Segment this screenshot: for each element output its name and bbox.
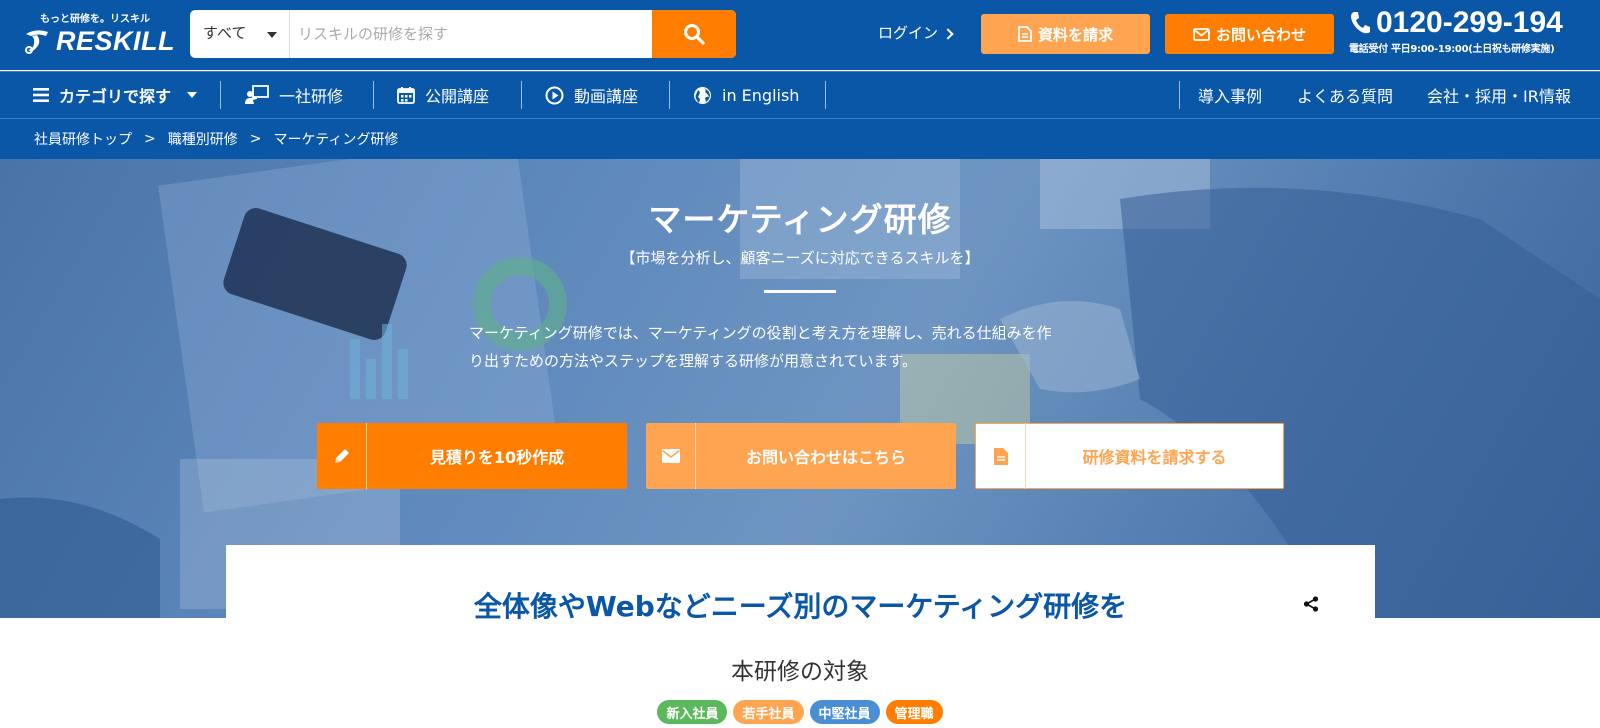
category-menu-button[interactable]: カテゴリで探す <box>33 72 198 118</box>
login-label: ログイン <box>878 24 939 42</box>
nav-item-inhouse-training[interactable]: 一社研修 <box>245 72 343 118</box>
search-scope-select[interactable]: すべて <box>190 10 290 58</box>
hero-divider <box>764 290 836 293</box>
nav-divider <box>669 81 670 109</box>
contact-cta-button[interactable]: お問い合わせはこちら <box>646 423 956 489</box>
quote-button[interactable]: 見積りを10秒作成 <box>317 423 627 489</box>
search-input[interactable] <box>290 10 642 58</box>
nav-item-case-studies[interactable]: 導入事例 <box>1198 72 1262 118</box>
reskill-logo-mark-icon <box>25 30 48 54</box>
nav-item-label: 動画講座 <box>574 87 639 106</box>
content-panel: 全体像やWebなどニーズ別のマーケティング研修を <box>226 545 1375 665</box>
hero-description-line: マーケティング研修では、マーケティングの役割と考え方を理解し、売れる仕組みを作 <box>469 324 1052 342</box>
nav-item-label: 一社研修 <box>279 87 344 106</box>
request-docs-label: 資料を請求 <box>1037 25 1113 44</box>
breadcrumb-separator: > <box>249 131 262 147</box>
nav-item-company-info[interactable]: 会社・採用・IR情報 <box>1427 72 1571 118</box>
target-audience-tags: 新入社員 若手社員 中堅社員 管理職 <box>0 700 1600 724</box>
breadcrumb-separator: > <box>144 131 156 147</box>
play-circle-icon <box>545 86 564 105</box>
caret-down-icon <box>187 92 198 98</box>
nav-item-faq[interactable]: よくある質問 <box>1297 72 1393 118</box>
nav-item-label: よくある質問 <box>1297 87 1394 106</box>
share-icon[interactable] <box>1303 596 1319 612</box>
nav-item-label: 公開講座 <box>425 87 490 106</box>
breadcrumb-item-home[interactable]: 社員研修トップ <box>34 129 132 149</box>
search-button[interactable] <box>652 10 736 58</box>
category-menu-label: カテゴリで探す <box>59 87 172 106</box>
nav-divider <box>521 81 522 109</box>
contact-cta-label: お問い合わせはこちら <box>745 448 906 467</box>
phone-icon <box>1349 11 1371 35</box>
tag-new-employees: 新入社員 <box>657 700 728 724</box>
envelope-icon <box>646 423 696 489</box>
main-nav: カテゴリで探す 一社研修 公開講座 動画講座 in English 導入事例 よ… <box>0 71 1600 118</box>
phone-hours: 電話受付 平日9:00-19:00(土日祝も研修実施) <box>1349 44 1555 55</box>
login-link[interactable]: ログイン <box>878 22 954 43</box>
search-icon <box>684 24 705 45</box>
contact-label: お問い合わせ <box>1215 25 1306 44</box>
nav-divider <box>825 81 826 109</box>
phone-contact[interactable]: 0120-299-194 電話受付 平日9:00-19:00(土日祝も研修実施) <box>1349 6 1589 55</box>
panel-title: 全体像やWebなどニーズ別のマーケティング研修を <box>473 590 1128 623</box>
nav-divider <box>1179 81 1180 109</box>
request-docs-cta-label: 研修資料を請求する <box>1082 448 1227 467</box>
request-docs-cta-button[interactable]: 研修資料を請求する <box>975 423 1284 489</box>
calendar-icon <box>397 86 415 104</box>
nav-item-in-english[interactable]: in English <box>693 72 799 118</box>
tag-young-employees: 若手社員 <box>733 700 804 724</box>
hero-description: マーケティング研修では、マーケティングの役割と考え方を理解し、売れる仕組みを作 … <box>469 319 1139 375</box>
nav-item-label: 会社・採用・IR情報 <box>1427 87 1571 106</box>
nav-item-label: 導入事例 <box>1198 87 1263 106</box>
request-docs-button[interactable]: 資料を請求 <box>981 14 1150 54</box>
nav-divider <box>373 81 374 109</box>
search-scope-value: すべて <box>203 24 247 42</box>
breadcrumb-item-job-type[interactable]: 職種別研修 <box>168 129 238 149</box>
top-header: もっと研修を。リスキル RESKILL すべて ログイン 資料を請求 <box>0 0 1600 70</box>
nav-divider <box>220 81 221 109</box>
hero-description-line: り出すための方法やステップを理解する研修が用意されています。 <box>469 352 918 370</box>
envelope-icon <box>1193 27 1210 41</box>
caret-down-icon <box>267 32 277 38</box>
hero-subtitle: 【市場を分析し、顧客ニーズに対応できるスキルを】 <box>620 249 980 267</box>
presenter-icon <box>245 85 269 105</box>
search-bar: すべて <box>190 10 736 58</box>
reskill-logo[interactable]: もっと研修を。リスキル RESKILL <box>22 8 175 60</box>
globe-icon <box>693 86 712 105</box>
chevron-right-icon <box>942 28 954 40</box>
hero-title: マーケティング研修 <box>648 200 952 239</box>
pencil-icon <box>317 423 367 489</box>
contact-button[interactable]: お問い合わせ <box>1165 14 1334 54</box>
tag-mid-level-employees: 中堅社員 <box>809 700 880 724</box>
hamburger-icon <box>33 88 49 102</box>
tag-managers: 管理職 <box>885 700 943 724</box>
phone-number: 0120-299-194 <box>1376 6 1563 39</box>
nav-item-video-courses[interactable]: 動画講座 <box>545 72 638 118</box>
target-audience-title: 本研修の対象 <box>731 659 869 685</box>
document-icon <box>976 423 1026 489</box>
logo-wordmark: RESKILL <box>56 26 176 56</box>
logo-tagline: もっと研修を。リスキル <box>40 14 150 25</box>
quote-button-label: 見積りを10秒作成 <box>429 448 565 467</box>
document-icon <box>1018 26 1032 42</box>
breadcrumb-item-current: マーケティング研修 <box>273 132 399 148</box>
nav-item-label: in English <box>722 85 800 105</box>
breadcrumb: 社員研修トップ > 職種別研修 > マーケティング研修 <box>0 118 1600 159</box>
nav-item-public-courses[interactable]: 公開講座 <box>397 72 489 118</box>
